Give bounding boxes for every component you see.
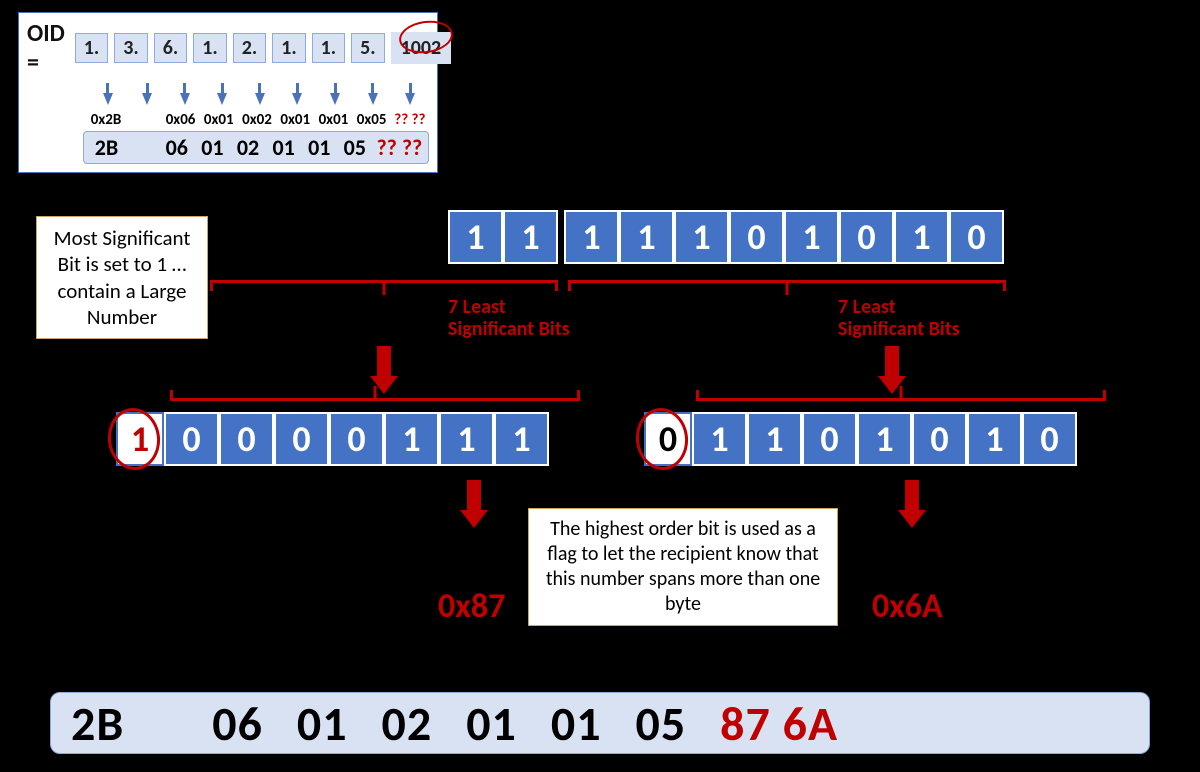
hex-label: 0x02	[238, 111, 276, 129]
arrow-down-icon	[405, 93, 415, 105]
bit-cell: 0	[1022, 412, 1077, 466]
hex-label: 0x06	[161, 111, 199, 129]
bracket-icon	[170, 398, 580, 401]
oid-comp: 1.	[193, 33, 226, 63]
oid-panel: OID = 1. 3. 6. 1. 2. 1. 1. 5. 1002 0x2B …	[18, 12, 438, 173]
bit-cell: 1	[619, 210, 674, 264]
enc-byte: 01	[266, 134, 302, 161]
final-byte: 2B	[71, 694, 124, 753]
final-byte: 06	[212, 694, 263, 753]
oid-comp: 5.	[351, 33, 384, 63]
final-byte: 02	[382, 694, 433, 753]
flag-note: The highest order bit is used as a flag …	[528, 508, 838, 626]
lsb-label-left: 7 Least Significant Bits	[448, 296, 570, 340]
arrow-down-icon	[217, 93, 227, 105]
arrow-down-icon	[103, 93, 113, 105]
lsb-label-right: 7 Least Significant Bits	[838, 296, 960, 340]
encoded-row: 2B 06 01 02 01 01 05 ?? ??	[83, 131, 429, 164]
bit-cell: 1	[857, 412, 912, 466]
oid-comp: 1.	[75, 33, 108, 63]
byte1: 1 0 0 0 0 1 1 1	[116, 412, 549, 466]
final-byte: 05	[636, 694, 687, 753]
arrow-down-icon	[462, 480, 486, 528]
final-byte: 01	[551, 694, 602, 753]
bit-cell: 1	[967, 412, 1022, 466]
enc-byte: 05	[337, 134, 373, 161]
bit-cell: 0	[802, 412, 857, 466]
bit-cell: 0	[219, 412, 274, 466]
bit-cell: 1	[439, 412, 494, 466]
bit-cell: 0	[164, 412, 219, 466]
final-byte-new: 87 6A	[720, 694, 838, 753]
enc-byte-unknown: ?? ??	[373, 134, 426, 161]
enc-byte: 06	[159, 134, 195, 161]
hex-label: 0x2B	[85, 111, 127, 129]
arrow-down-icon	[900, 480, 924, 528]
arrow-down-icon	[142, 93, 152, 105]
byte1-hex: 0x87	[438, 588, 505, 625]
bit-cell: 1	[692, 412, 747, 466]
enc-byte: 02	[230, 134, 266, 161]
oid-comp: 1.	[312, 33, 345, 63]
hex-label: 0x05	[353, 111, 391, 129]
oid-arrows	[87, 93, 429, 105]
enc-byte: 01	[195, 134, 231, 161]
byte2: 0 1 1 0 1 0 1 0	[644, 412, 1077, 466]
hex-label-unknown: ?? ??	[391, 111, 429, 129]
bracket-icon	[568, 280, 1006, 283]
oid-comp: 3.	[114, 33, 147, 63]
oid-row: OID = 1. 3. 6. 1. 2. 1. 1. 5. 1002	[27, 19, 429, 77]
enc-byte: 01	[301, 134, 337, 161]
bit-cell: 0	[329, 412, 384, 466]
final-row: 2B 06 01 02 01 01 05 87 6A	[50, 692, 1150, 754]
bit-cell: 1	[448, 210, 503, 264]
bracket-icon	[696, 398, 1106, 401]
bit-cell: 0	[729, 210, 784, 264]
bit-cell: 1	[894, 210, 949, 264]
arrow-down-icon	[180, 93, 190, 105]
msb-note: Most Significant Bit is set to 1 … conta…	[36, 216, 208, 339]
bit-cell: 0	[839, 210, 894, 264]
bit-cell: 0	[912, 412, 967, 466]
bit-cell: 1	[564, 210, 619, 264]
oid-comp: 1.	[272, 33, 305, 63]
bit-cell: 0	[949, 210, 1004, 264]
hex-label: 0x01	[200, 111, 238, 129]
oid-label: OID =	[27, 19, 65, 77]
enc-byte: 2B	[86, 134, 127, 161]
bit-cell: 1	[494, 412, 549, 466]
hex-row: 0x2B 0x06 0x01 0x02 0x01 0x01 0x05 ?? ??	[85, 111, 429, 129]
bit-cell: 1	[384, 412, 439, 466]
oid-comp: 2.	[233, 33, 266, 63]
hex-label: 0x01	[314, 111, 352, 129]
bit-cell: 0	[274, 412, 329, 466]
arrow-down-icon	[368, 93, 378, 105]
bit-cell: 1	[674, 210, 729, 264]
final-byte: 01	[297, 694, 348, 753]
bracket-icon	[210, 280, 558, 283]
bit-cell: 1	[784, 210, 839, 264]
bit-cell: 1	[747, 412, 802, 466]
arrow-down-icon	[255, 93, 265, 105]
arrow-down-icon	[330, 93, 340, 105]
hex-label: 0x01	[276, 111, 314, 129]
arrow-down-icon	[292, 93, 302, 105]
byte2-hex: 0x6A	[872, 588, 943, 625]
binary-1002: 1 1 1 1 1 0 1 0 1 0	[448, 210, 1004, 264]
final-byte: 01	[466, 694, 517, 753]
bit-cell: 1	[503, 210, 558, 264]
oid-comp: 6.	[154, 33, 187, 63]
